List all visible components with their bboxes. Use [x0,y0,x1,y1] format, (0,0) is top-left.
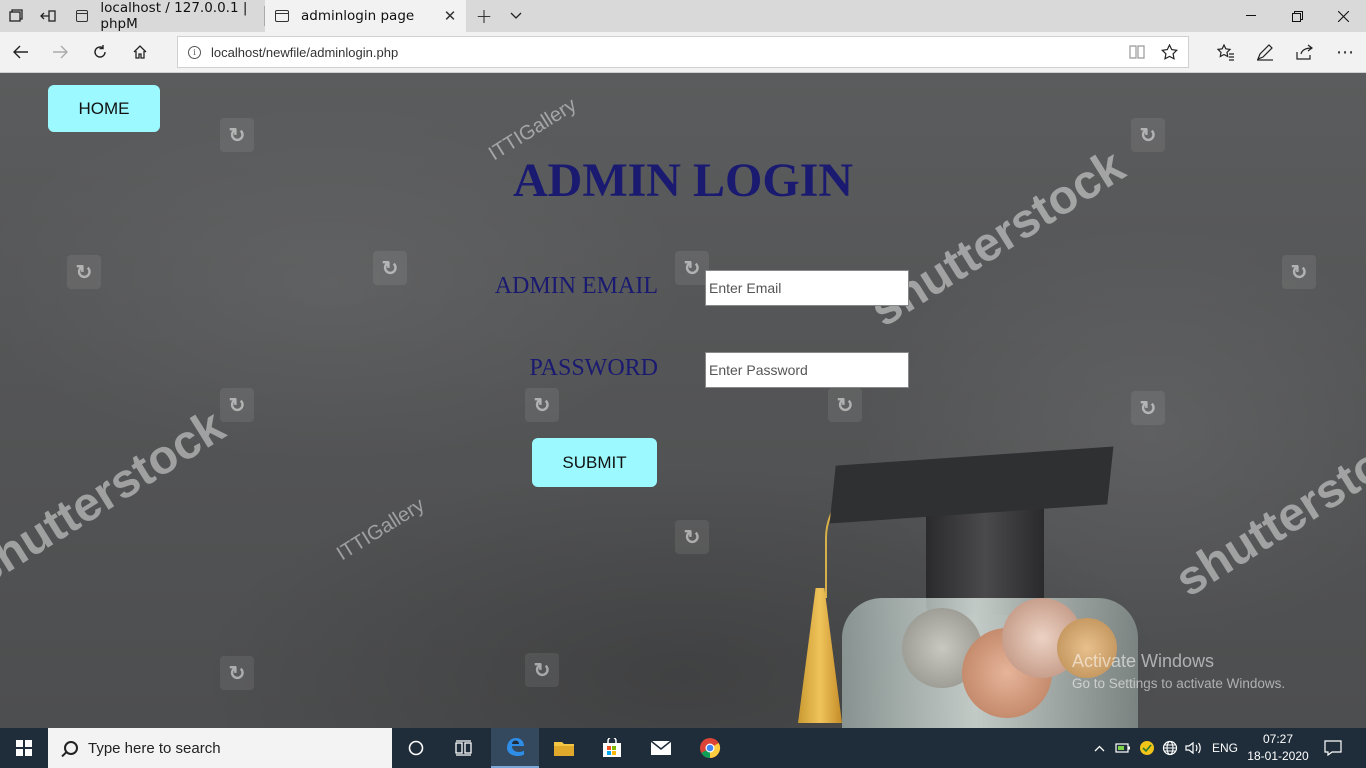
page-title: ADMIN LOGIN [512,154,853,207]
store-icon[interactable] [588,728,636,768]
submit-button[interactable]: SUBMIT [532,438,657,487]
task-view-icon[interactable] [440,728,488,768]
watermark-glyph-icon: ↻ [67,255,101,289]
admin-email-label: ADMIN EMAIL [494,273,658,299]
search-placeholder: Type here to search [88,739,221,757]
language-indicator[interactable]: ENG [1211,728,1239,768]
windows-taskbar: Type here to search ENG 07:27 18-01-2020 [0,728,1366,768]
tab-phpmyadmin[interactable]: localhost / 127.0.0.1 | phpM [66,0,264,32]
forward-icon[interactable] [43,36,77,68]
watermark-glyph-icon: ↻ [675,520,709,554]
watermark-glyph-icon: ↻ [1131,118,1165,152]
home-icon[interactable] [123,36,157,68]
favorite-star-icon[interactable] [1160,43,1178,61]
browser-tab-strip: localhost / 127.0.0.1 | phpM adminlogin … [0,0,1366,32]
app-tray-icon[interactable] [1138,728,1156,768]
chevron-down-icon[interactable] [500,0,532,32]
back-icon[interactable] [4,36,38,68]
password-label: PASSWORD [529,355,659,381]
refresh-icon[interactable] [83,36,117,68]
chrome-icon[interactable] [686,728,734,768]
watermark-glyph-icon: ↻ [828,388,862,422]
pen-notes-icon[interactable] [1256,43,1274,61]
page-icon [275,10,289,22]
url-text[interactable]: localhost/newfile/adminlogin.php [211,45,398,60]
shutterstock-watermark: shutterstock [0,399,234,598]
minimize-icon[interactable] [1228,0,1274,32]
tab-manager-icon[interactable] [0,0,32,32]
shutterstock-watermark: shutterstock [1166,409,1366,608]
start-button[interactable] [0,728,48,768]
activate-windows-notice: Activate Windows Go to Settings to activ… [1072,651,1285,691]
reading-view-icon[interactable] [1128,43,1146,61]
address-bar[interactable]: i localhost/newfile/adminlogin.php [177,36,1189,68]
watermark-glyph-icon: ↻ [373,251,407,285]
close-tab-icon[interactable]: ✕ [442,8,458,24]
site-info-icon[interactable]: i [188,45,201,59]
contributor-watermark: ITTIGallery [332,494,429,566]
watermark-glyph-icon: ↻ [525,653,559,687]
set-tabs-aside-icon[interactable] [32,0,64,32]
activate-subtitle: Go to Settings to activate Windows. [1072,676,1286,691]
watermark-glyph-icon: ↻ [220,388,254,422]
chevron-up-icon[interactable] [1090,728,1108,768]
taskbar-search-box[interactable]: Type here to search [48,728,392,768]
tassel [798,588,842,723]
page-icon [76,10,89,22]
edge-icon[interactable] [491,728,539,768]
restore-icon[interactable] [1274,0,1320,32]
tab-title: adminlogin page [301,8,415,24]
windows-logo-icon [16,740,32,756]
watermark-glyph-icon: ↻ [220,656,254,690]
clock-time: 07:27 [1262,732,1294,746]
graduation-cap-board [829,446,1114,524]
browser-toolbar: i localhost/newfile/adminlogin.php ⋯ [0,32,1366,73]
home-button[interactable]: HOME [48,85,160,132]
more-options-icon[interactable]: ⋯ [1336,42,1354,63]
network-globe-icon[interactable] [1161,728,1179,768]
file-explorer-icon[interactable] [540,728,588,768]
email-field[interactable] [705,270,909,306]
new-tab-icon[interactable]: + [468,0,500,32]
watermark-glyph-icon: ↻ [1131,391,1165,425]
watermark-glyph-icon: ↻ [220,118,254,152]
password-field[interactable] [705,352,909,388]
close-window-icon[interactable] [1320,0,1366,32]
tab-adminlogin[interactable]: adminlogin page ✕ [265,0,466,32]
watermark-glyph-icon: ↻ [1282,255,1316,289]
search-icon [64,741,78,755]
favorites-hub-icon[interactable] [1217,43,1235,61]
taskbar-clock[interactable]: 07:27 18-01-2020 [1247,731,1309,765]
cortana-icon[interactable] [392,728,440,768]
tab-title: localhost / 127.0.0.1 | phpM [100,0,248,32]
activate-title: Activate Windows [1072,651,1215,671]
action-center-icon[interactable] [1322,728,1344,768]
volume-icon[interactable] [1185,728,1203,768]
page-viewport: shutterstock shutterstock shutterstock I… [0,73,1366,728]
battery-icon[interactable] [1114,728,1132,768]
watermark-glyph-icon: ↻ [525,388,559,422]
mail-icon[interactable] [637,728,685,768]
shutterstock-watermark: shutterstock [861,139,1134,338]
share-icon[interactable] [1296,43,1314,61]
clock-date: 18-01-2020 [1247,749,1309,763]
watermark-glyph-icon: ↻ [675,251,709,285]
